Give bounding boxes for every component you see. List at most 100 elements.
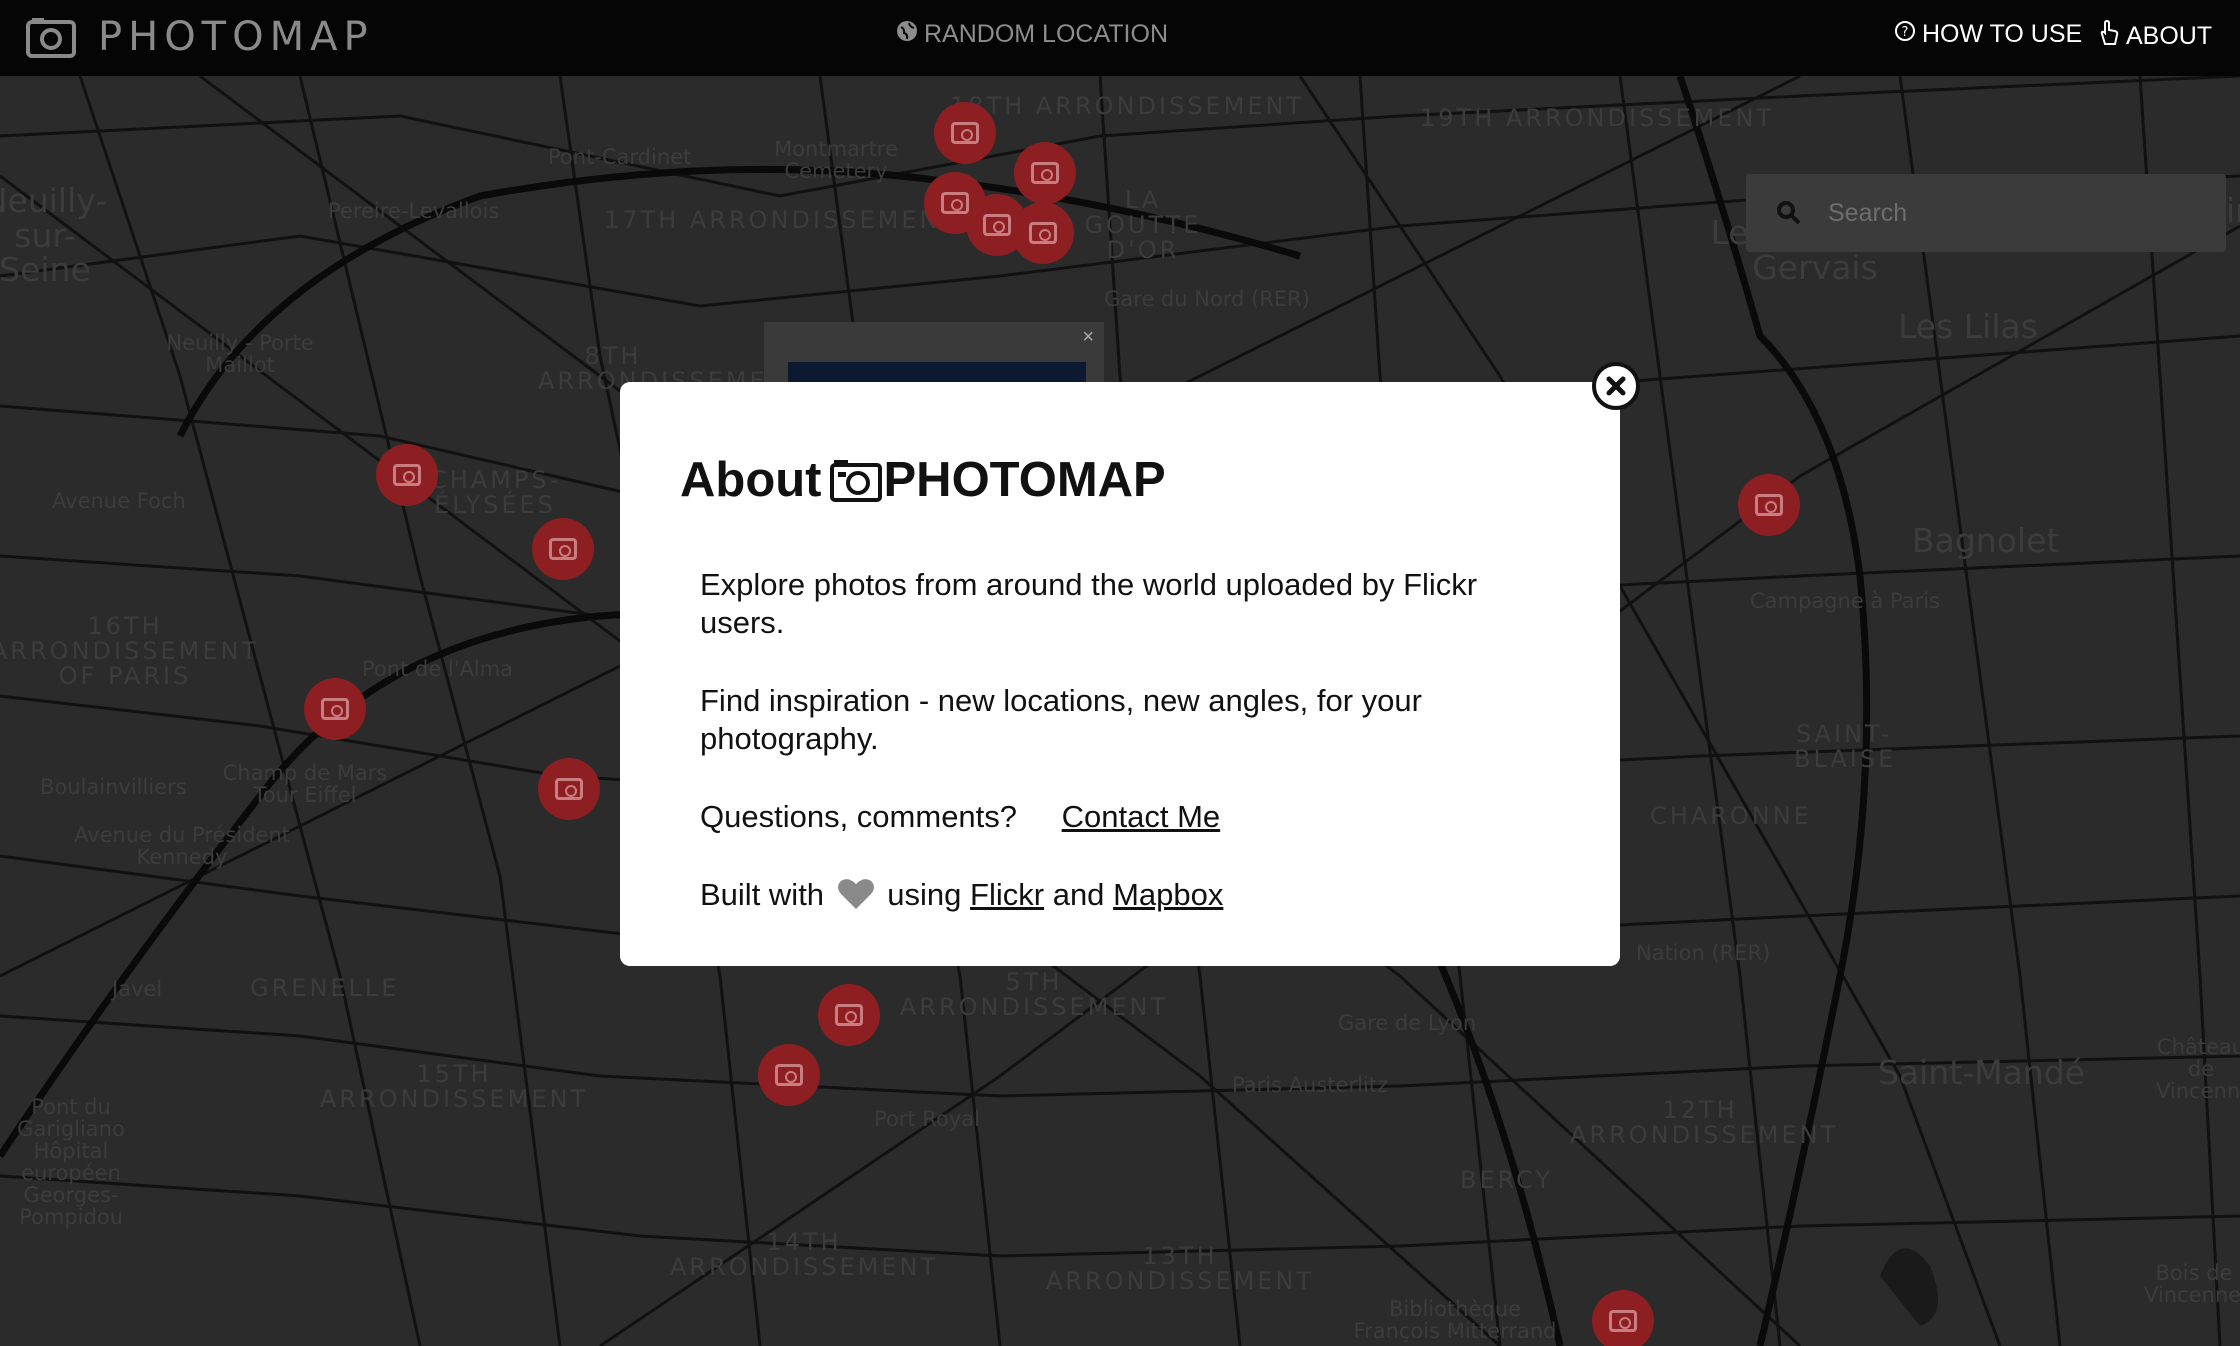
- camera-icon: [835, 1004, 863, 1026]
- camera-icon: [951, 122, 979, 144]
- photo-marker[interactable]: [532, 518, 594, 580]
- camera-icon: [941, 192, 969, 214]
- map-label: Château de Vincennes: [2156, 1035, 2240, 1104]
- how-to-use-link[interactable]: ? HOW TO USE: [1894, 20, 2082, 49]
- map-label: Pereire-Levallois: [328, 199, 500, 223]
- photo-marker[interactable]: [1738, 474, 1800, 536]
- photo-marker[interactable]: [376, 444, 438, 506]
- map-label: 18TH ARRONDISSEMENT: [950, 92, 1305, 120]
- camera-icon: [321, 698, 349, 720]
- photo-marker[interactable]: [1012, 202, 1074, 264]
- map-label: 14TH ARRONDISSEMENT: [669, 1228, 939, 1282]
- map-label: Paris Austerlitz: [1232, 1073, 1389, 1097]
- camera-icon: [1029, 222, 1057, 244]
- map-label: Gare du Nord (RER): [1104, 287, 1310, 311]
- camera-icon: [555, 778, 583, 800]
- modal-title: About PHOTOMAP: [680, 452, 1166, 508]
- map-label: Neuilly - Porte Maillot: [166, 331, 314, 378]
- search-icon: [1774, 198, 1804, 228]
- modal-title-prefix: About: [680, 453, 822, 507]
- heart-icon: [837, 877, 875, 911]
- map-label: 12TH ARRONDISSEMENT: [1570, 1096, 1839, 1150]
- map-label: Gare de Lyon: [1338, 1011, 1477, 1035]
- map-label: Avenue Foch: [52, 489, 186, 513]
- camera-icon: [1755, 494, 1783, 516]
- flickr-link[interactable]: Flickr: [970, 877, 1044, 912]
- search-input[interactable]: [1828, 198, 2188, 228]
- photo-marker[interactable]: [934, 102, 996, 164]
- map-label: Neuilly-sur-Seine: [0, 181, 108, 290]
- camera-icon: [549, 538, 577, 560]
- using-text: using: [887, 877, 962, 912]
- map-label: Nation (RER): [1636, 941, 1771, 965]
- map-label: 13TH ARRONDISSEMENT: [1045, 1242, 1315, 1296]
- map-label: Pont du Garigliano Hôpital européen Geor…: [17, 1095, 125, 1230]
- photo-marker[interactable]: [818, 984, 880, 1046]
- random-location-label: RANDOM LOCATION: [924, 20, 1168, 48]
- modal-close-button[interactable]: [1592, 362, 1640, 410]
- camera-icon: [1609, 1310, 1637, 1332]
- photo-marker[interactable]: [1014, 142, 1076, 204]
- globe-icon: [896, 20, 918, 49]
- modal-body: Explore photos from around the world upl…: [700, 566, 1560, 954]
- photo-marker[interactable]: [538, 758, 600, 820]
- camera-icon: [1031, 162, 1059, 184]
- about-modal: About PHOTOMAP Explore photos from aroun…: [620, 382, 1620, 966]
- close-icon: [1606, 376, 1626, 396]
- map-label: 17TH ARRONDISSEMENT: [604, 206, 959, 234]
- top-navbar: PHOTOMAP RANDOM LOCATION ? HOW TO USE AB…: [0, 0, 2240, 76]
- hand-pointer-icon: [2098, 19, 2120, 53]
- about-link[interactable]: ABOUT: [2098, 19, 2213, 53]
- about-label: ABOUT: [2126, 22, 2213, 50]
- contact-me-link[interactable]: Contact Me: [1062, 799, 1221, 834]
- modal-title-brand: PHOTOMAP: [883, 453, 1166, 507]
- map-label: 5TH ARRONDISSEMENT: [899, 968, 1169, 1022]
- map-label: Bibliothèque François Mitterrand: [1353, 1297, 1557, 1344]
- map-label: 16TH ARRONDISSEMENT OF PARIS: [0, 612, 260, 691]
- questions-text: Questions, comments?: [700, 799, 1018, 834]
- map-label: CHARONNE: [1650, 802, 1812, 830]
- map-label: Javel: [112, 977, 163, 1001]
- map-label: Pont de l'Alma: [362, 657, 514, 681]
- map-label: Les Lilas: [1898, 307, 2038, 346]
- map-label: Bois de Vincennes: [2144, 1261, 2240, 1308]
- brand-name: PHOTOMAP: [98, 14, 374, 60]
- map-label: LA GOUTTE D'OR: [1084, 186, 1202, 265]
- camera-icon: [393, 464, 421, 486]
- map-label: Avenue du Président Kennedy: [74, 823, 290, 870]
- credits-row: Built with using Flickr and Mapbox: [700, 876, 1560, 914]
- about-inspiration: Find inspiration - new locations, new an…: [700, 683, 1422, 756]
- camera-icon: [829, 458, 882, 502]
- map-label: Boulainvilliers: [40, 775, 187, 799]
- close-icon[interactable]: ×: [1082, 326, 1094, 349]
- question-circle-icon: ?: [1894, 20, 1916, 49]
- map-label: BERCY: [1460, 1166, 1554, 1194]
- map-label: Pont-Cardinet: [548, 145, 692, 169]
- search-box: [1746, 174, 2226, 252]
- map-label: Champ de Mars Tour Eiffel: [222, 761, 388, 808]
- contact-row: Questions, comments? Contact Me: [700, 798, 1560, 836]
- map-label: 19TH ARRONDISSEMENT: [1420, 104, 1775, 132]
- camera-icon: [26, 16, 76, 58]
- map-label: Port Royal: [874, 1107, 980, 1131]
- mapbox-link[interactable]: Mapbox: [1113, 877, 1223, 912]
- photo-marker[interactable]: [758, 1044, 820, 1106]
- camera-icon: [775, 1064, 803, 1086]
- and-text: and: [1052, 877, 1105, 912]
- map-label: 15TH ARRONDISSEMENT: [319, 1060, 589, 1114]
- svg-text:?: ?: [1902, 25, 1909, 40]
- brand[interactable]: PHOTOMAP: [26, 14, 374, 60]
- map-label: SAINT-BLAISE: [1794, 720, 1897, 774]
- map-label: CHAMPS-ÉLYSÉES: [430, 466, 562, 520]
- random-location-link[interactable]: RANDOM LOCATION: [896, 20, 1168, 49]
- photo-marker[interactable]: [1592, 1290, 1654, 1346]
- map-label: GRENELLE: [250, 974, 400, 1002]
- how-to-use-label: HOW TO USE: [1922, 20, 2083, 48]
- map-label: Bagnolet: [1912, 521, 2060, 560]
- map-label: Campagne à Paris: [1750, 589, 1940, 613]
- camera-icon: [983, 214, 1011, 236]
- map-label: Saint-Mandé: [1878, 1053, 2085, 1092]
- built-with-text: Built with: [700, 877, 825, 912]
- photo-marker[interactable]: [304, 678, 366, 740]
- about-description: Explore photos from around the world upl…: [700, 567, 1478, 640]
